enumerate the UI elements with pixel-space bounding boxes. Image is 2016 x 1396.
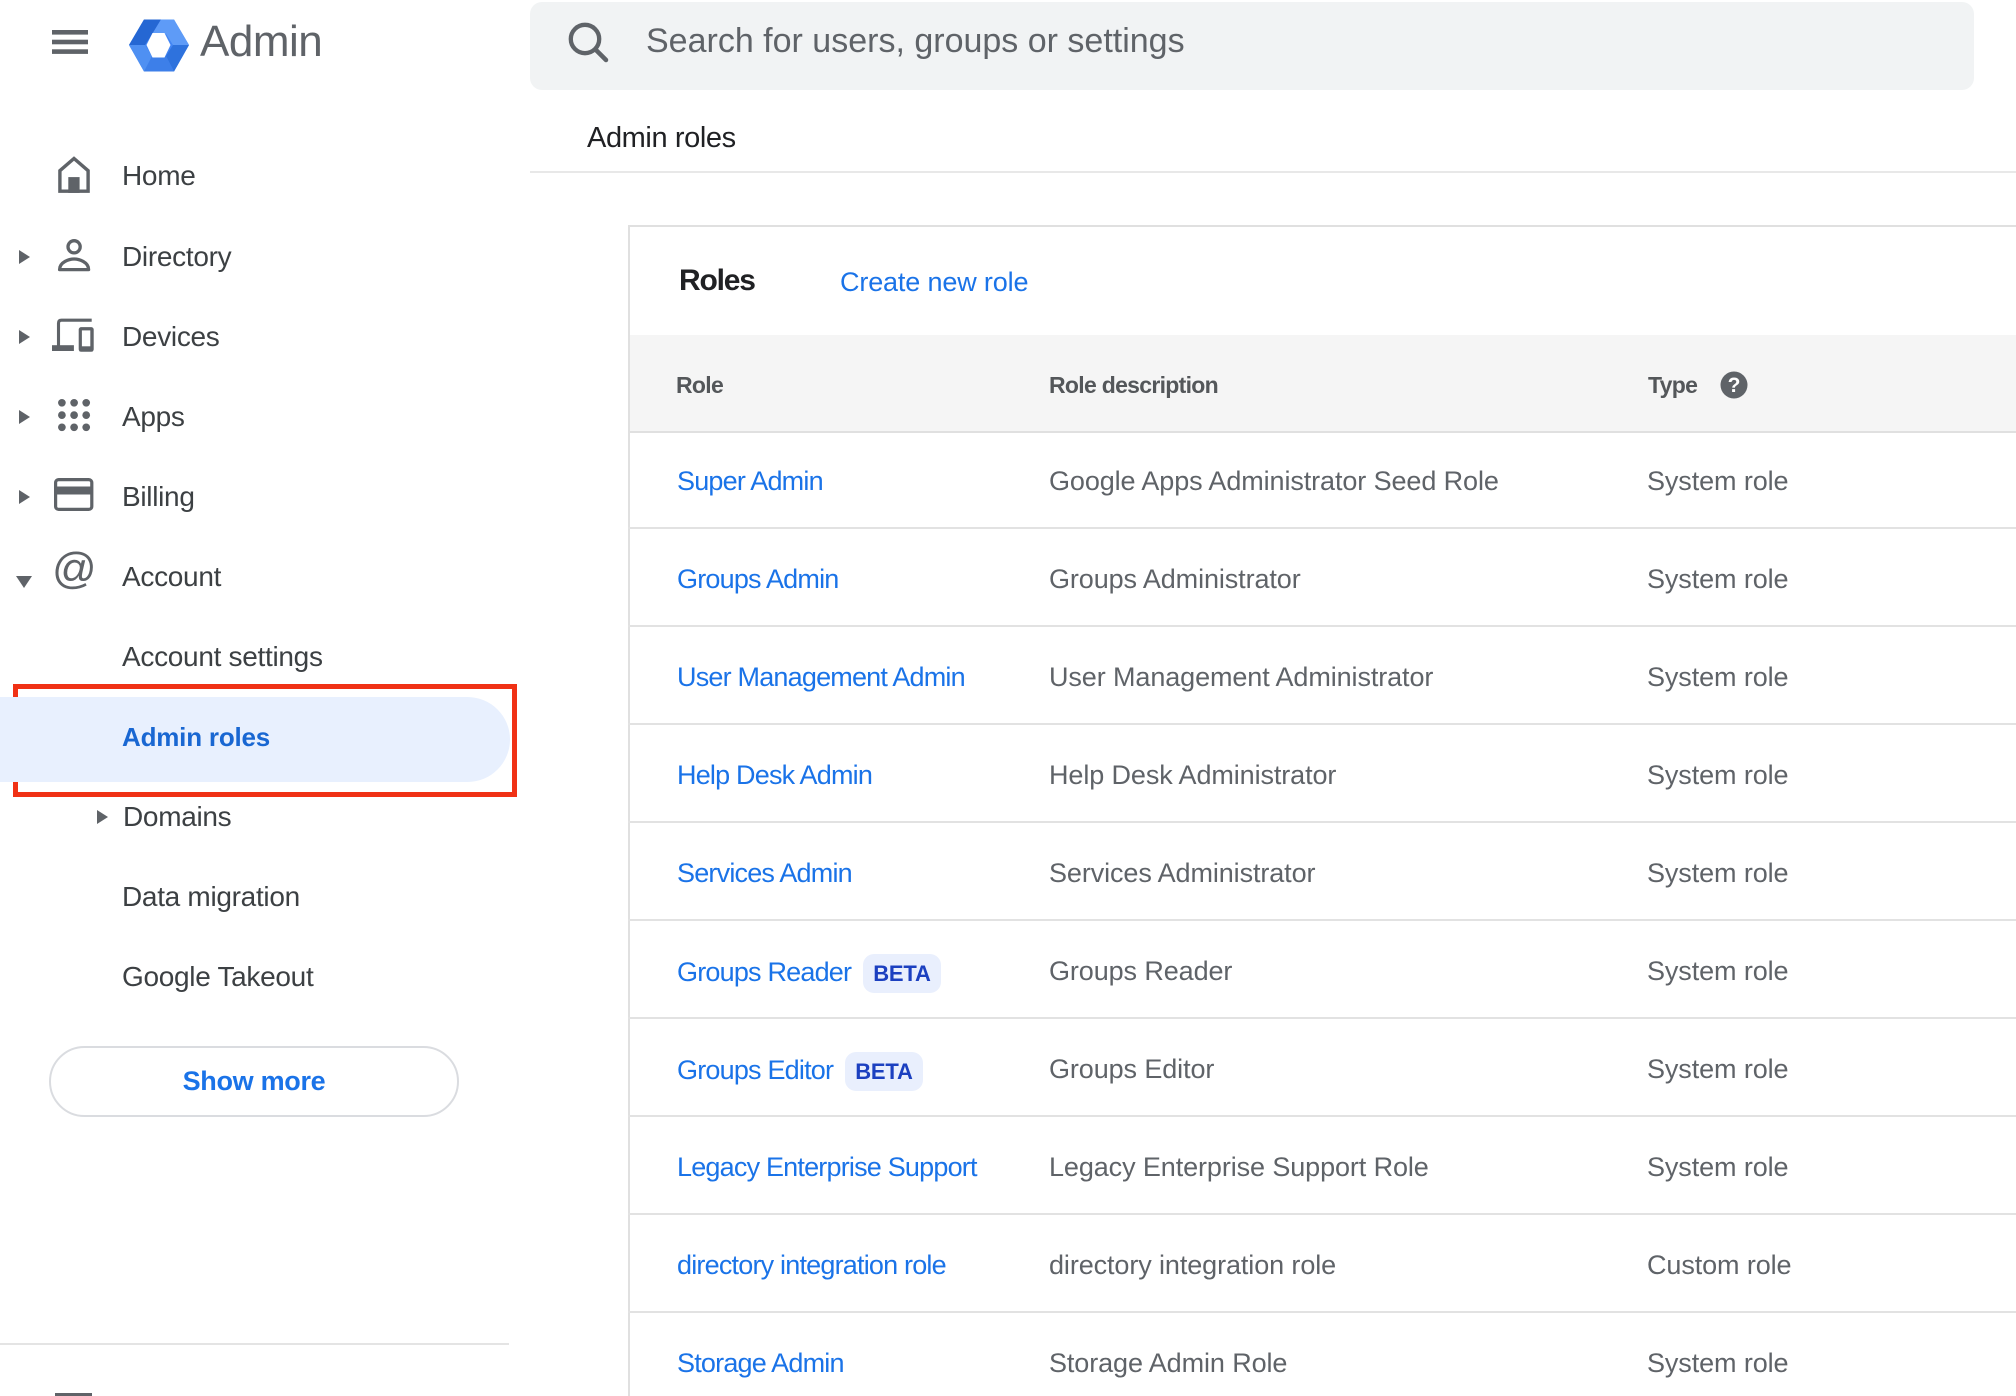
svg-text:?: ? <box>1728 374 1741 397</box>
